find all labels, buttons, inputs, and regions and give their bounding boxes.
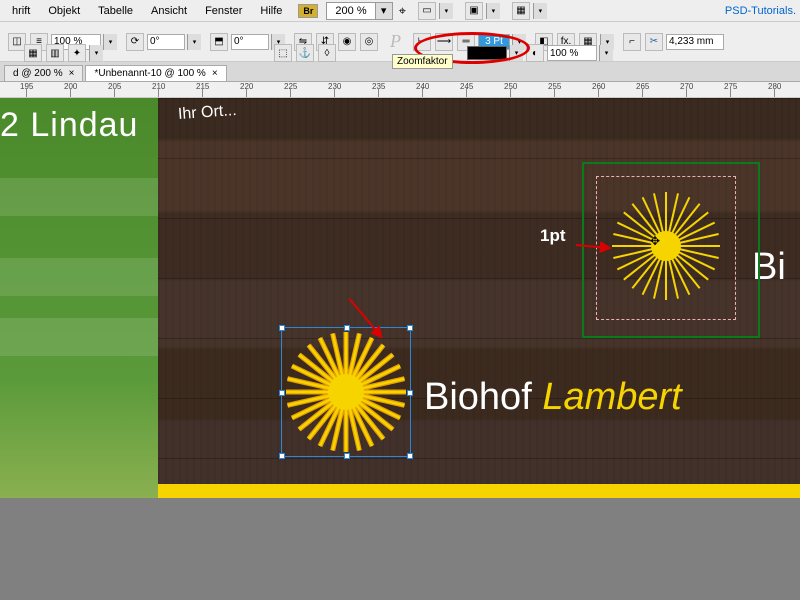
chevron-down-icon[interactable]: ▾ — [89, 45, 103, 61]
selection-handle[interactable] — [407, 390, 413, 396]
selection-handle[interactable] — [344, 325, 350, 331]
chevron-down-icon[interactable]: ▾ — [599, 45, 613, 61]
rotate-icon[interactable]: ⟳ — [126, 33, 144, 51]
text-wrap-icon[interactable]: ⬚ — [274, 44, 292, 62]
chevron-down-icon[interactable]: ▾ — [533, 3, 547, 19]
psd-tutorials-link[interactable]: PSD-Tutorials. — [725, 5, 796, 17]
select-content-icon[interactable]: ◎ — [360, 33, 378, 51]
close-icon[interactable]: × — [69, 68, 75, 79]
stripe — [0, 318, 158, 356]
cursor-icon: ⌖ — [399, 3, 406, 19]
grid-icon[interactable]: ▦ — [24, 44, 42, 62]
zoom-level-value: 200 % — [327, 5, 374, 17]
paragraph-icon: P — [384, 31, 407, 52]
measure-input[interactable] — [666, 34, 724, 50]
selection-handle[interactable] — [279, 325, 285, 331]
selection-handle[interactable] — [344, 453, 350, 459]
rotation-input[interactable] — [147, 34, 185, 50]
arrange-icon[interactable]: ▦ — [512, 2, 530, 20]
pt-annotation: 1pt — [540, 226, 566, 246]
sun-core-icon — [328, 374, 364, 410]
menu-tabelle[interactable]: Tabelle — [90, 3, 141, 19]
zoom-tooltip: Zoomfaktor — [392, 54, 453, 69]
corner-icon[interactable]: ⌐ — [623, 33, 641, 51]
stroke-cap-icon[interactable]: ⟶ — [435, 33, 453, 51]
lindau-text: 2 Lindau — [0, 106, 138, 145]
fill-color-swatch[interactable] — [467, 46, 507, 60]
tint-icon[interactable]: ◐ — [526, 44, 544, 62]
selection-handle[interactable] — [407, 325, 413, 331]
cell-icon[interactable]: ▥ — [46, 44, 64, 62]
select-container-icon[interactable]: ◉ — [338, 33, 356, 51]
crop-icon[interactable]: ✂ — [645, 33, 663, 51]
stripe — [0, 178, 158, 216]
bridge-button[interactable]: Br — [298, 4, 318, 18]
horizontal-ruler: 1952002052102152202252302352402452502552… — [0, 82, 800, 98]
biohof-text: Biohof Lambert — [424, 376, 682, 419]
artboard: 2 Lindau Ihr Ort... Biohof Lambert Bi 1p… — [0, 98, 800, 498]
convert-icon[interactable]: ◊ — [318, 44, 336, 62]
chevron-down-icon[interactable]: ▾ — [187, 34, 201, 50]
yellow-bar — [158, 484, 800, 498]
menu-schrift[interactable]: hrift — [4, 3, 38, 19]
selection-handle[interactable] — [279, 453, 285, 459]
menubar: hrift Objekt Tabelle Ansicht Fenster Hil… — [0, 0, 800, 22]
tab-doc1[interactable]: d @ 200 %× — [4, 65, 83, 81]
close-icon[interactable]: × — [212, 68, 218, 79]
menu-hilfe[interactable]: Hilfe — [252, 3, 290, 19]
shear-input[interactable] — [231, 34, 269, 50]
selection-handle[interactable] — [407, 453, 413, 459]
shear-icon[interactable]: ⬒ — [210, 33, 228, 51]
chevron-down-icon[interactable]: ▾ — [439, 3, 453, 19]
chevron-down-icon[interactable]: ▾ — [375, 3, 392, 19]
screen-mode-icon[interactable]: ▭ — [418, 2, 436, 20]
view-options-icon[interactable]: ▣ — [465, 2, 483, 20]
canvas[interactable]: 2 Lindau Ihr Ort... Biohof Lambert Bi 1p… — [0, 98, 800, 600]
effects-icon[interactable]: ✦ — [68, 44, 86, 62]
zoom-level-combo[interactable]: 200 % ▾ — [326, 2, 392, 20]
tab-doc2[interactable]: *Unbenannt-10 @ 100 %× — [85, 65, 226, 81]
stripe — [0, 258, 158, 296]
tint-input[interactable] — [547, 45, 597, 61]
stroke-start-icon[interactable]: ⊢ — [413, 33, 431, 51]
green-panel — [0, 98, 158, 498]
chevron-down-icon[interactable]: ▾ — [509, 45, 523, 61]
cursor-icon: ✥ — [650, 234, 660, 248]
menu-ansicht[interactable]: Ansicht — [143, 3, 195, 19]
selection-handle[interactable] — [279, 390, 285, 396]
chevron-down-icon[interactable]: ▾ — [486, 3, 500, 19]
menu-objekt[interactable]: Objekt — [40, 3, 88, 19]
menu-fenster[interactable]: Fenster — [197, 3, 250, 19]
anchor-icon[interactable]: ⚓ — [296, 44, 314, 62]
